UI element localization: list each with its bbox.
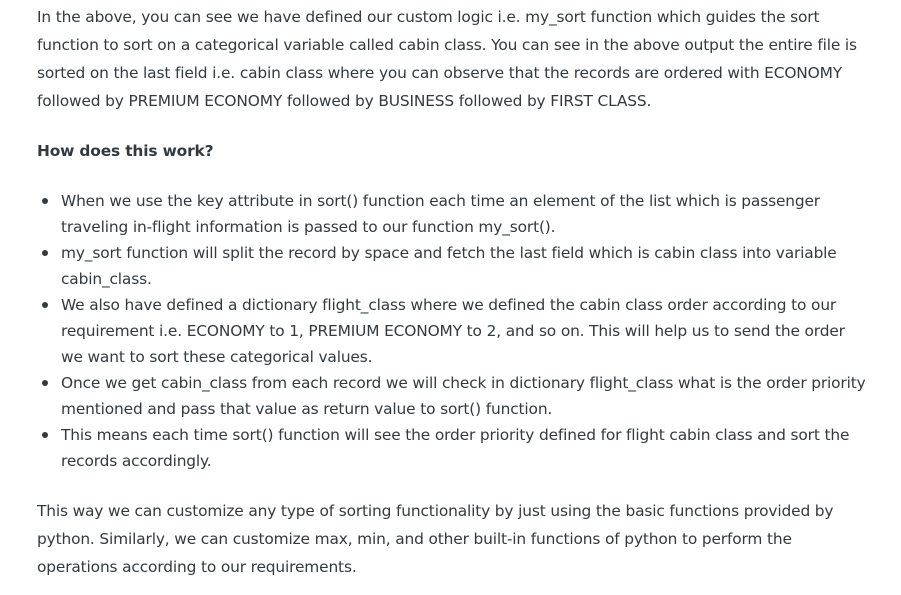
explanation-list: When we use the key attribute in sort() … xyxy=(37,188,867,474)
bullet-dot-icon xyxy=(42,432,48,438)
list-item-text: When we use the key attribute in sort() … xyxy=(61,192,820,236)
bullet-dot-icon xyxy=(42,380,48,386)
list-item: Once we get cabin_class from each record… xyxy=(37,370,867,422)
article-body: In the above, you can see we have define… xyxy=(37,3,867,581)
bullet-dot-icon xyxy=(42,250,48,256)
intro-paragraph: In the above, you can see we have define… xyxy=(37,8,857,110)
section-heading: How does this work? xyxy=(37,142,214,160)
list-item: When we use the key attribute in sort() … xyxy=(37,188,867,240)
list-item: This means each time sort() function wil… xyxy=(37,422,867,474)
list-item-text: my_sort function will split the record b… xyxy=(61,244,837,288)
list-item-text: This means each time sort() function wil… xyxy=(61,426,850,470)
bullet-dot-icon xyxy=(42,302,48,308)
bullet-dot-icon xyxy=(42,198,48,204)
list-item-text: We also have defined a dictionary flight… xyxy=(61,296,845,366)
outro-paragraph: This way we can customize any type of so… xyxy=(37,502,834,576)
list-item: We also have defined a dictionary flight… xyxy=(37,292,867,370)
list-item: my_sort function will split the record b… xyxy=(37,240,867,292)
list-item-text: Once we get cabin_class from each record… xyxy=(61,374,866,418)
